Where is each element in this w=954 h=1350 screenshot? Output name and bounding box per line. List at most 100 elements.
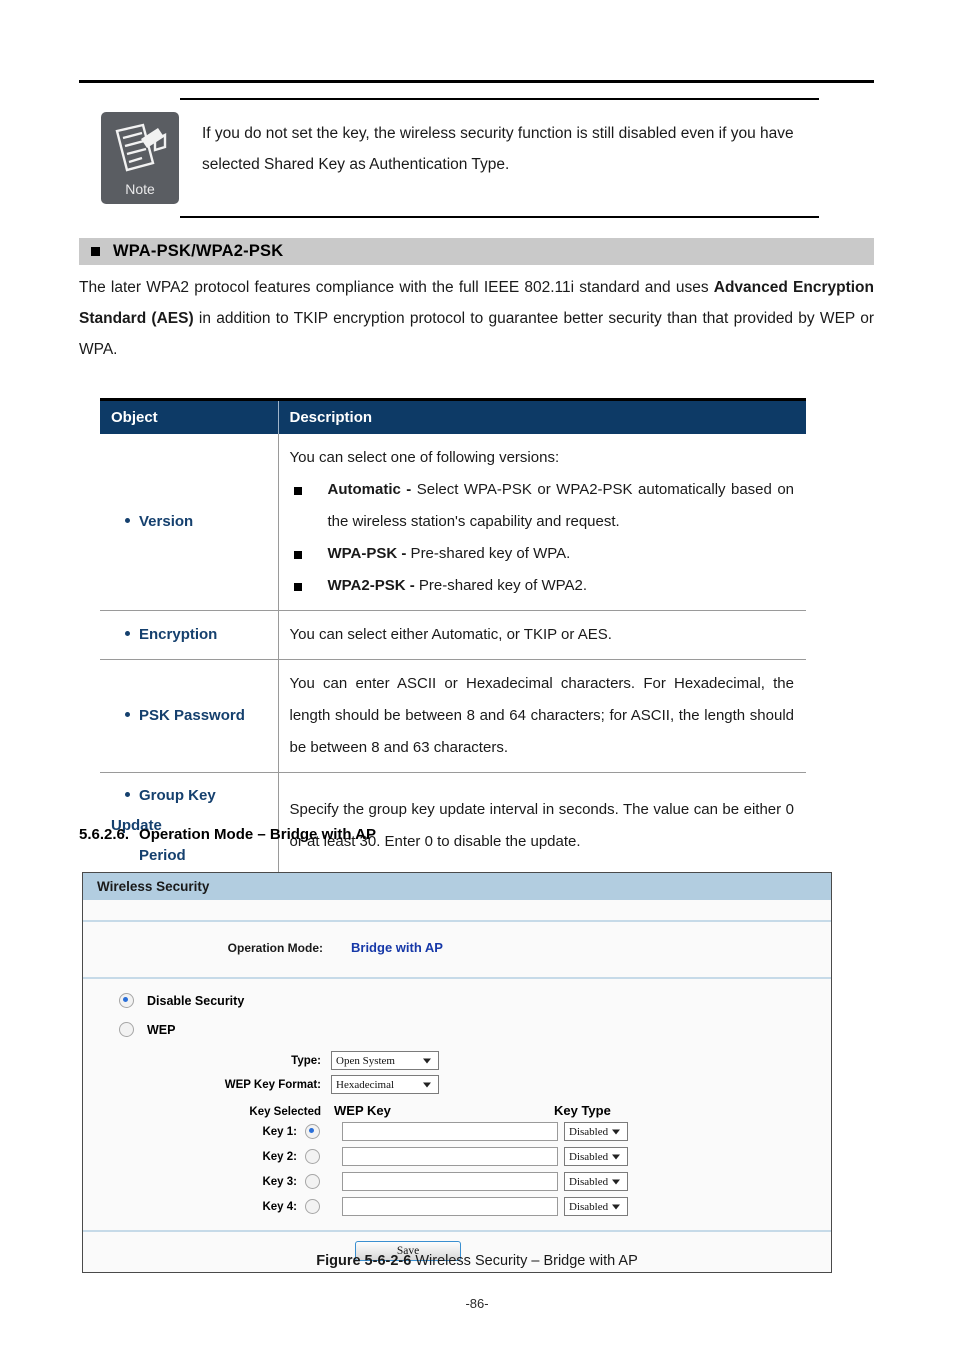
table-cell-description: You can select one of following versions…	[278, 434, 806, 611]
panel-spacer	[83, 900, 831, 922]
table-cell-description: You can select either Automatic, or TKIP…	[278, 610, 806, 660]
radio-wep[interactable]	[119, 1022, 134, 1037]
section-title: WPA-PSK/WPA2-PSK	[113, 242, 284, 260]
table-row: Version You can select one of following …	[100, 434, 806, 611]
object-name: PSK Password	[139, 707, 245, 724]
square-bullet-icon	[293, 487, 302, 495]
radio-key-1[interactable]	[305, 1124, 320, 1139]
radio-label-wep: WEP	[147, 1022, 176, 1037]
header-divider	[79, 80, 874, 83]
chevron-down-icon	[612, 1129, 620, 1134]
key-label-3: Key 3:	[262, 1175, 297, 1188]
operation-mode-value: Bridge with AP	[351, 940, 443, 955]
intro-text-2: in addition to TKIP encryption protocol …	[79, 310, 874, 358]
table-cell-object: PSK Password	[100, 659, 279, 773]
type-select-value: Open System	[336, 1054, 395, 1067]
subsection-title: Operation Mode – Bridge with AP	[139, 826, 377, 843]
key-type-select-3[interactable]: Disabled	[564, 1172, 628, 1191]
description-intro: You can select one of following versions…	[289, 449, 560, 466]
radio-key-4[interactable]	[305, 1199, 320, 1214]
key-row-2: Key 2: Disabled	[83, 1147, 831, 1166]
key-type-select-4[interactable]: Disabled	[564, 1197, 628, 1216]
square-bullet-icon	[91, 247, 100, 256]
note-icon: Note	[101, 112, 179, 204]
type-select[interactable]: Open System	[331, 1051, 439, 1070]
figure-caption: Figure 5-6-2-6 Wireless Security – Bridg…	[0, 1253, 954, 1269]
radio-option-disable-security[interactable]: Disable Security	[119, 993, 831, 1008]
column-header-key-selected: Key Selected	[249, 1106, 321, 1118]
section-header-bar: WPA-PSK/WPA2-PSK	[79, 238, 874, 265]
wep-key-input-2[interactable]	[342, 1147, 558, 1166]
operation-mode-row: Operation Mode: Bridge with AP	[83, 922, 831, 979]
square-bullet-icon	[293, 583, 302, 591]
bullet-dot-icon	[125, 631, 130, 637]
bullet-text: Pre-shared key of WPA.	[406, 545, 571, 562]
column-header-key-type: Key Type	[554, 1103, 611, 1118]
chevron-down-icon	[423, 1058, 431, 1063]
wep-key-format-field-row: WEP Key Format: Hexadecimal	[83, 1075, 831, 1094]
object-label-encryption: Encryption	[111, 620, 266, 650]
operation-mode-label: Operation Mode:	[227, 940, 323, 955]
key-type-select-2[interactable]: Disabled	[564, 1147, 628, 1166]
page-number: -86-	[465, 1296, 489, 1311]
security-settings-body: Disable Security WEP Type: Open System W…	[83, 979, 831, 1230]
figure-caption-text: Wireless Security – Bridge with AP	[411, 1253, 638, 1269]
wep-key-input-4[interactable]	[342, 1197, 558, 1216]
object-name: Encryption	[139, 626, 218, 643]
key-row-4: Key 4: Disabled	[83, 1197, 831, 1216]
key-type-value-3: Disabled	[569, 1175, 609, 1188]
object-name: Version	[139, 513, 194, 530]
radio-disable-security[interactable]	[119, 993, 134, 1008]
table-cell-object: Encryption	[100, 610, 279, 660]
note-bottom-divider	[180, 216, 819, 218]
type-field-row: Type: Open System	[83, 1051, 831, 1070]
note-block: Note If you do not set the key, the wire…	[79, 98, 819, 218]
key-type-value-1: Disabled	[569, 1125, 609, 1138]
type-label: Type:	[291, 1054, 321, 1067]
square-bullet-icon	[293, 551, 302, 559]
bullet-term: WPA2-PSK -	[327, 577, 415, 594]
bullet-dot-icon	[125, 518, 130, 524]
wep-key-input-3[interactable]	[342, 1172, 558, 1191]
table-row: Encryption You can select either Automat…	[100, 610, 806, 660]
document-pen-icon	[115, 123, 167, 172]
object-label-psk-password: PSK Password	[111, 701, 266, 731]
key-label-1: Key 1:	[262, 1125, 297, 1138]
wep-key-input-1[interactable]	[342, 1122, 558, 1141]
panel-title: Wireless Security	[83, 873, 831, 900]
radio-option-wep[interactable]: WEP	[119, 1022, 831, 1037]
note-text: If you do not set the key, the wireless …	[202, 125, 794, 173]
chevron-down-icon	[612, 1179, 620, 1184]
column-header-description: Description	[278, 401, 806, 434]
section-intro-paragraph: The later WPA2 protocol features complia…	[79, 272, 874, 365]
chevron-down-icon	[612, 1154, 620, 1159]
radio-key-3[interactable]	[305, 1174, 320, 1189]
bullet-text: Pre-shared key of WPA2.	[414, 577, 588, 594]
list-item: WPA2-PSK - Pre-shared key of WPA2.	[290, 570, 795, 602]
subsection-heading: 5.6.2.6. Operation Mode – Bridge with AP	[79, 826, 376, 843]
key-label-2: Key 2:	[262, 1150, 297, 1163]
subsection-number: 5.6.2.6.	[79, 826, 130, 843]
wep-key-format-label: WEP Key Format:	[224, 1078, 321, 1091]
note-icon-label: Note	[125, 181, 155, 197]
list-item: WPA-PSK - Pre-shared key of WPA.	[290, 538, 795, 570]
key-type-value-2: Disabled	[569, 1150, 609, 1163]
list-item: Automatic - Select WPA-PSK or WPA2-PSK a…	[290, 474, 794, 538]
radio-key-2[interactable]	[305, 1149, 320, 1164]
bullet-dot-icon	[125, 712, 130, 718]
document-page: Note If you do not set the key, the wire…	[0, 0, 954, 1350]
key-row-3: Key 3: Disabled	[83, 1172, 831, 1191]
key-table-column-headers: Key Selected WEP Key Key Type	[83, 1103, 831, 1118]
table-header-row: Object Description	[100, 401, 806, 434]
key-row-1: Key 1: Disabled	[83, 1122, 831, 1141]
note-body: Note If you do not set the key, the wire…	[79, 100, 819, 216]
bullet-dot-icon	[125, 792, 130, 798]
wep-key-format-select[interactable]: Hexadecimal	[331, 1075, 439, 1094]
table-cell-object: Version	[100, 434, 279, 611]
column-header-object: Object	[100, 401, 279, 434]
table-row: PSK Password You can enter ASCII or Hexa…	[100, 659, 806, 773]
figure-label: Figure 5-6-2-6	[316, 1253, 412, 1269]
key-type-select-1[interactable]: Disabled	[564, 1122, 628, 1141]
intro-text-1: The later WPA2 protocol features complia…	[79, 279, 714, 296]
bullet-term: Automatic -	[327, 481, 412, 498]
